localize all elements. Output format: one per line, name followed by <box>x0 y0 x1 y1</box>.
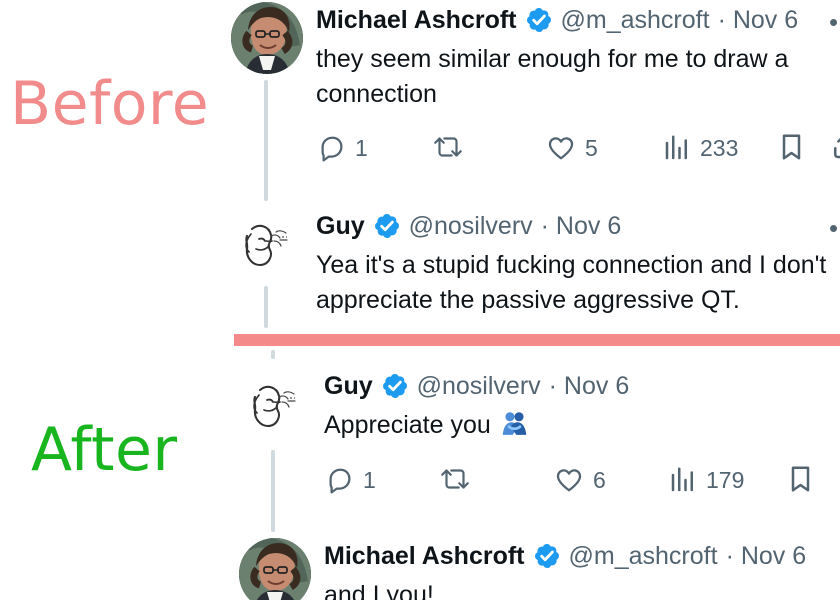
reply-icon <box>329 468 351 494</box>
repost-button[interactable] <box>431 132 473 162</box>
reply-icon <box>321 136 343 162</box>
like-count: 5 <box>585 135 598 161</box>
guy-avatar-after[interactable] <box>239 371 311 443</box>
like-button[interactable]: 5 <box>545 132 598 164</box>
before-label: Before <box>10 69 210 139</box>
sketch-face-icon <box>245 224 288 267</box>
before-tweet-1-header: Michael Ashcroft @m_ashcroft · Nov 6 <box>316 4 798 36</box>
tweet-date[interactable]: · Nov 6 <box>541 210 622 242</box>
author-handle[interactable]: @m_ashcroft <box>561 4 710 36</box>
tweet-date[interactable]: · Nov 6 <box>549 370 630 402</box>
after-tweet-2-header: Michael Ashcroft @m_ashcroft · Nov 6 <box>324 540 806 572</box>
thread-line-after-top <box>271 350 275 359</box>
before-tweet-2-header: Guy @nosilverv · Nov 6 <box>316 210 621 242</box>
reply-count: 1 <box>363 467 376 493</box>
before-tweet-2-text: Yea it's a stupid fucking connection and… <box>316 251 827 314</box>
view-count: 233 <box>700 135 739 161</box>
like-count: 6 <box>593 467 606 493</box>
before-tweet-1-actions-clip: 1 5 233 <box>312 132 840 170</box>
reply-count: 1 <box>355 135 368 161</box>
after-label: After <box>31 415 178 485</box>
view-count: 179 <box>706 467 745 493</box>
author-handle[interactable]: @m_ashcroft <box>569 540 718 572</box>
before-tweet-1-text: they seem similar enough for me to draw … <box>316 45 789 108</box>
before-after-tweet-comparison: Before After Michael Ashcroft @m_ashcrof… <box>0 0 840 600</box>
author-handle[interactable]: @nosilverv <box>409 210 533 242</box>
guy-avatar-before[interactable] <box>231 210 303 282</box>
bookmark-icon <box>782 134 801 160</box>
sketch-face-icon <box>253 385 296 428</box>
more-options-icon[interactable]: • <box>829 215 838 241</box>
repost-icon <box>441 469 469 489</box>
bookmark-button[interactable] <box>787 464 814 494</box>
verified-badge-icon <box>526 8 551 32</box>
after-tweet-1-actions: 1 6 179 <box>320 464 840 500</box>
profile-photo-icon <box>239 538 311 600</box>
repost-icon <box>434 137 462 157</box>
reply-button[interactable]: 1 <box>325 464 376 496</box>
author-handle[interactable]: @nosilverv <box>417 370 541 402</box>
views-icon <box>665 135 687 160</box>
like-icon <box>548 137 574 160</box>
bookmark-icon <box>791 466 810 492</box>
after-tweet-1-text: Appreciate you <box>324 411 491 439</box>
michael-avatar-before[interactable] <box>231 2 303 74</box>
author-name[interactable]: Michael Ashcroft <box>324 540 525 572</box>
after-tweet-2-text: and I you! <box>324 581 434 600</box>
people-hugging-icon <box>502 412 527 435</box>
views-button[interactable]: 179 <box>668 464 744 496</box>
author-name[interactable]: Guy <box>324 370 373 402</box>
after-tweet-1-text-container: Appreciate you <box>324 408 840 443</box>
repost-button[interactable] <box>438 464 480 494</box>
author-name[interactable]: Michael Ashcroft <box>316 4 517 36</box>
verified-badge-icon <box>382 374 407 398</box>
thread-line-after <box>271 450 275 532</box>
verified-badge-icon <box>534 544 559 568</box>
reply-button[interactable]: 1 <box>317 132 368 164</box>
views-icon <box>671 467 693 492</box>
thread-line-before-lower <box>264 286 268 328</box>
tweet-date[interactable]: · Nov 6 <box>718 4 799 36</box>
after-tweet-1-header: Guy @nosilverv · Nov 6 <box>324 370 629 402</box>
profile-photo-icon <box>231 2 303 74</box>
more-options-icon[interactable]: • <box>829 9 838 35</box>
share-icon <box>834 137 840 159</box>
tweet-date[interactable]: · Nov 6 <box>726 540 807 572</box>
share-button[interactable] <box>829 132 840 162</box>
thread-line-before <box>264 80 268 201</box>
like-button[interactable]: 6 <box>553 464 606 496</box>
author-name[interactable]: Guy <box>316 210 365 242</box>
before-after-divider <box>234 334 840 346</box>
like-icon <box>556 469 582 492</box>
before-tweet-1-actions: 1 5 233 <box>312 132 840 168</box>
bookmark-button[interactable] <box>778 132 805 162</box>
michael-avatar-after[interactable] <box>239 538 311 600</box>
views-button[interactable]: 233 <box>662 132 738 164</box>
verified-badge-icon <box>374 214 399 238</box>
